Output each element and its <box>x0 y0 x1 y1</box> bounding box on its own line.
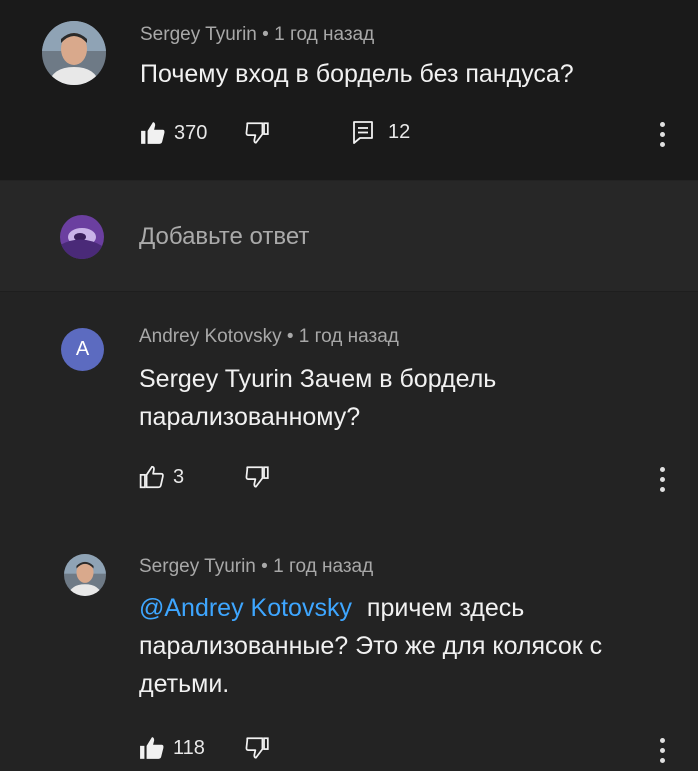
reply-text-line: парализованному? <box>139 403 361 431</box>
like-count: 370 <box>174 121 208 144</box>
like-button[interactable]: 370 <box>140 120 207 146</box>
meta-separator: • <box>286 326 294 347</box>
user-avatar-icon <box>60 215 104 259</box>
meta-separator: • <box>261 556 268 577</box>
add-reply-bar[interactable]: Добавьте ответ <box>0 181 698 292</box>
reply-icon <box>353 121 373 144</box>
like-button[interactable]: 3 <box>139 464 184 490</box>
author-name[interactable]: Sergey Tyurin <box>139 556 256 577</box>
reply-button[interactable]: 12 <box>352 120 410 144</box>
author-name[interactable]: Andrey Kotovsky <box>139 326 282 347</box>
comment-meta: Sergey Tyurin • 1 год назад <box>140 24 374 46</box>
avatar-photo-icon <box>42 21 106 85</box>
reply-meta: Sergey Tyurin • 1 год назад <box>139 556 373 578</box>
more-dot-icon <box>660 738 665 743</box>
reply-time: 1 год назад <box>273 556 374 577</box>
avatar[interactable] <box>42 21 106 85</box>
top-comment: Sergey Tyurin • 1 год назад Почему вход … <box>0 0 698 180</box>
like-button[interactable]: 118 <box>139 735 205 761</box>
mention-link[interactable]: @Andrey Kotovsky <box>139 594 352 622</box>
thumbs-up-icon <box>139 465 164 489</box>
comment-time: 1 год назад <box>274 24 375 45</box>
avatar-photo-icon <box>64 554 106 596</box>
add-reply-input[interactable]: Добавьте ответ <box>139 223 309 251</box>
reply-text: @Andrey Kotovsky причем здесь парализова… <box>139 589 679 703</box>
thumbs-down-icon <box>245 737 269 759</box>
dislike-button[interactable] <box>244 735 270 761</box>
reply-text-part: причем здесь <box>366 594 525 622</box>
more-dot-icon <box>660 467 665 472</box>
reply-time: 1 год назад <box>298 326 399 347</box>
thumbs-up-filled-icon <box>140 737 164 759</box>
reply-text-line: детьми. <box>139 670 230 698</box>
reply-meta: Andrey Kotovsky • 1 год назад <box>139 326 399 348</box>
like-count: 3 <box>173 465 185 488</box>
reply-text-line: парализованные? Это же для колясок с <box>139 632 603 660</box>
comment-text: Почему вход в бордель без пандуса? <box>140 60 574 88</box>
more-options-button[interactable] <box>660 122 666 148</box>
more-dot-icon <box>660 122 665 127</box>
reply-count: 12 <box>388 120 411 143</box>
author-name[interactable]: Sergey Tyurin <box>140 24 257 45</box>
reply-text-line: @Andrey Kotovsky причем здесь <box>139 589 679 627</box>
more-options-button[interactable] <box>660 738 666 764</box>
thumbs-up-filled-icon <box>141 122 165 144</box>
reply-text-line: Sergey Tyurin Зачем в бордель <box>139 365 497 393</box>
thumbs-down-icon <box>245 466 269 488</box>
dislike-button[interactable] <box>244 120 270 146</box>
reply-text: Sergey Tyurin Зачем в бордель парализова… <box>139 360 496 436</box>
like-count: 118 <box>173 736 205 759</box>
meta-separator: • <box>262 24 269 45</box>
replies-thread: A Andrey Kotovsky • 1 год назад Sergey T… <box>0 292 698 771</box>
dislike-button[interactable] <box>244 464 270 490</box>
user-avatar <box>60 215 104 259</box>
avatar[interactable]: A <box>61 328 104 371</box>
thumbs-down-icon <box>245 122 269 144</box>
avatar[interactable] <box>64 554 106 596</box>
more-options-button[interactable] <box>660 467 666 493</box>
